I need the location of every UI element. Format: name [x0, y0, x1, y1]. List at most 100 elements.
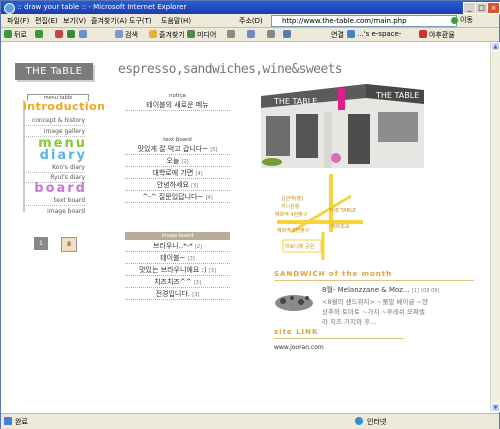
stop-icon[interactable]: [55, 30, 63, 38]
text-board-row[interactable]: 맛있게 잘 먹고 갑니다~ [5]: [125, 144, 230, 155]
menu-help[interactable]: 도움말(H): [161, 16, 191, 26]
menu-bar: 파일(F) 편집(E) 보기(V) 즐겨찾기(A) 도구(T) 도움말(H) 주…: [1, 14, 499, 28]
building-sign-right: THE TABLE: [375, 91, 419, 100]
pager-button-8[interactable]: 8: [61, 237, 77, 252]
image-board-heading: image board: [125, 232, 230, 240]
links-label: 연결: [331, 31, 344, 39]
edit-icon[interactable]: [283, 30, 291, 38]
page-done-icon: [4, 417, 12, 425]
favorites-icon[interactable]: [149, 30, 157, 38]
sandwich-thumbnail: [275, 295, 313, 311]
link-exchange[interactable]: 야후환율: [429, 30, 455, 40]
status-zone: 인터넷: [367, 418, 387, 426]
site-logo[interactable]: THE TaBLE: [15, 63, 93, 80]
menu-text-board[interactable]: text board: [23, 197, 85, 204]
media-icon[interactable]: [187, 30, 195, 38]
sandwich-desc-1: <8월의 샌드위치> ~돌말 베이글 ~양: [322, 298, 428, 306]
row-title: 대학로에 가면: [152, 169, 194, 177]
favorites-button[interactable]: 즐겨찾기: [159, 30, 185, 40]
menu-tools[interactable]: 도구(T): [129, 16, 152, 26]
row-count: [3]: [192, 292, 200, 298]
menu-favorites[interactable]: 즐겨찾기(A): [91, 16, 127, 26]
title-bar: :: draw your table :: - Microsoft Intern…: [1, 1, 500, 14]
row-count: [2]: [181, 159, 189, 165]
close-button[interactable]: ×: [487, 2, 500, 14]
building-sign-left: THE TABLE: [273, 97, 317, 106]
menu-edit[interactable]: 편집(E): [35, 16, 58, 26]
status-text: 완료: [15, 418, 28, 426]
image-board-row[interactable]: 브라우니..*-* [2]: [125, 241, 230, 252]
map-label-school: 혜화초교: [331, 223, 350, 230]
vertical-scrollbar[interactable]: ▲ ▼: [490, 42, 500, 412]
text-board-row[interactable]: 대학로에 가면 [4]: [125, 168, 230, 179]
pink-banner: [338, 88, 345, 110]
map-label-bank: 하나은행: [281, 203, 300, 210]
menu-koo-diary[interactable]: Koo's diary: [23, 164, 85, 171]
scroll-up-arrow-icon[interactable]: ▲: [491, 42, 500, 51]
window-title: :: draw your table :: - Microsoft Intern…: [17, 3, 187, 11]
row-title: ^-^ 질문있답니다~: [142, 193, 204, 201]
sandwich-section-title: SANDWICH of the month: [274, 270, 474, 281]
image-board-row[interactable]: 맛있는 브라우니에요 :) [3]: [125, 265, 230, 276]
sandwich-desc-3: 라 치즈 가지와 후...: [322, 318, 377, 326]
menu-gallery[interactable]: image gallery: [23, 128, 85, 135]
media-button[interactable]: 미디어: [197, 30, 216, 40]
menu-introduction[interactable]: introduction: [23, 100, 105, 113]
pager-button-1[interactable]: 1: [34, 237, 48, 250]
site-link-url[interactable]: www.jooran.com: [274, 344, 324, 351]
sandwich-count: [1]: [411, 288, 419, 294]
menu-image-board[interactable]: image board: [23, 208, 85, 215]
row-title: 오늘: [166, 157, 180, 165]
back-button[interactable]: 뒤로: [14, 30, 27, 40]
go-button[interactable]: 이동: [451, 15, 481, 25]
flower-pot: [262, 158, 282, 166]
row-count: [3]: [208, 268, 216, 274]
menu-view[interactable]: 보기(V): [63, 16, 86, 26]
back-icon[interactable]: [4, 30, 12, 38]
refresh-icon[interactable]: [67, 30, 75, 38]
menu-divider: [23, 125, 85, 126]
row-title: 전경입니다.: [155, 290, 191, 298]
home-icon[interactable]: [79, 30, 87, 38]
image-board-row[interactable]: 치즈치즈^^ [3]: [125, 277, 230, 288]
window: [378, 112, 418, 142]
ie-icon: [4, 3, 15, 14]
internet-zone-icon: [355, 417, 363, 425]
print-icon[interactable]: [267, 30, 275, 38]
row-title: 맛있게 잘 먹고 갑니다~: [137, 145, 209, 153]
text-board-row[interactable]: 오늘 [2]: [125, 156, 230, 167]
menu-board: board: [34, 181, 87, 196]
row-count: [3]: [193, 280, 201, 286]
menu-ryul-diary[interactable]: Ryul's diary: [23, 174, 85, 181]
site-slogan: espresso,sandwiches,wine&sweets: [118, 62, 343, 77]
menu-concept[interactable]: concept & history: [23, 117, 85, 124]
image-board-row[interactable]: 전경입니다. [3]: [125, 289, 230, 300]
row-title: 맛있는 브라우니에요 :): [139, 266, 207, 274]
search-icon[interactable]: [115, 30, 123, 38]
menu-divider: [23, 205, 85, 206]
address-bar[interactable]: http://www.the-table.com/main.php: [271, 15, 457, 27]
history-icon[interactable]: [227, 30, 235, 38]
image-board-row[interactable]: 테이블~ [3]: [125, 253, 230, 264]
text-board-row[interactable]: ^-^ 질문있답니다~ [4]: [125, 192, 230, 203]
notice-item[interactable]: 테이블의 새로운 메뉴: [125, 100, 230, 111]
mail-icon[interactable]: [247, 30, 255, 38]
row-title: 테이블~: [160, 254, 186, 262]
text-board-row[interactable]: 안녕하세요 [3]: [125, 180, 230, 191]
map-label-exit-4: 혜화역 4번출구: [275, 211, 308, 218]
row-count: [5]: [210, 147, 218, 153]
pillar: [324, 112, 332, 168]
search-button[interactable]: 검색: [125, 30, 138, 40]
scroll-down-arrow-icon[interactable]: ▼: [491, 403, 500, 412]
forward-icon[interactable]: [35, 30, 43, 38]
row-title: 치즈치즈^^: [154, 278, 192, 286]
page-content: THE TaBLE espresso,sandwiches,wine&sweet…: [1, 42, 490, 412]
map-label-the-table: THE TABLE: [328, 208, 356, 214]
site-link-title: site LINK: [274, 328, 404, 339]
row-title: 브라우니..*-*: [152, 242, 193, 250]
sandwich-desc-2: 상추와 토마토 ~가지 ~후레쉬 모짜렐: [322, 308, 425, 316]
toolbar: 뒤로 검색 즐겨찾기 미디어 연결 ...'s e-space- 야후환율: [1, 28, 499, 42]
link-espace[interactable]: ...'s e-space-: [357, 30, 401, 38]
sandwich-title[interactable]: 8월- Melanzzane & Moz... [1] [08.09]: [322, 285, 439, 295]
menu-file[interactable]: 파일(F): [7, 16, 29, 26]
